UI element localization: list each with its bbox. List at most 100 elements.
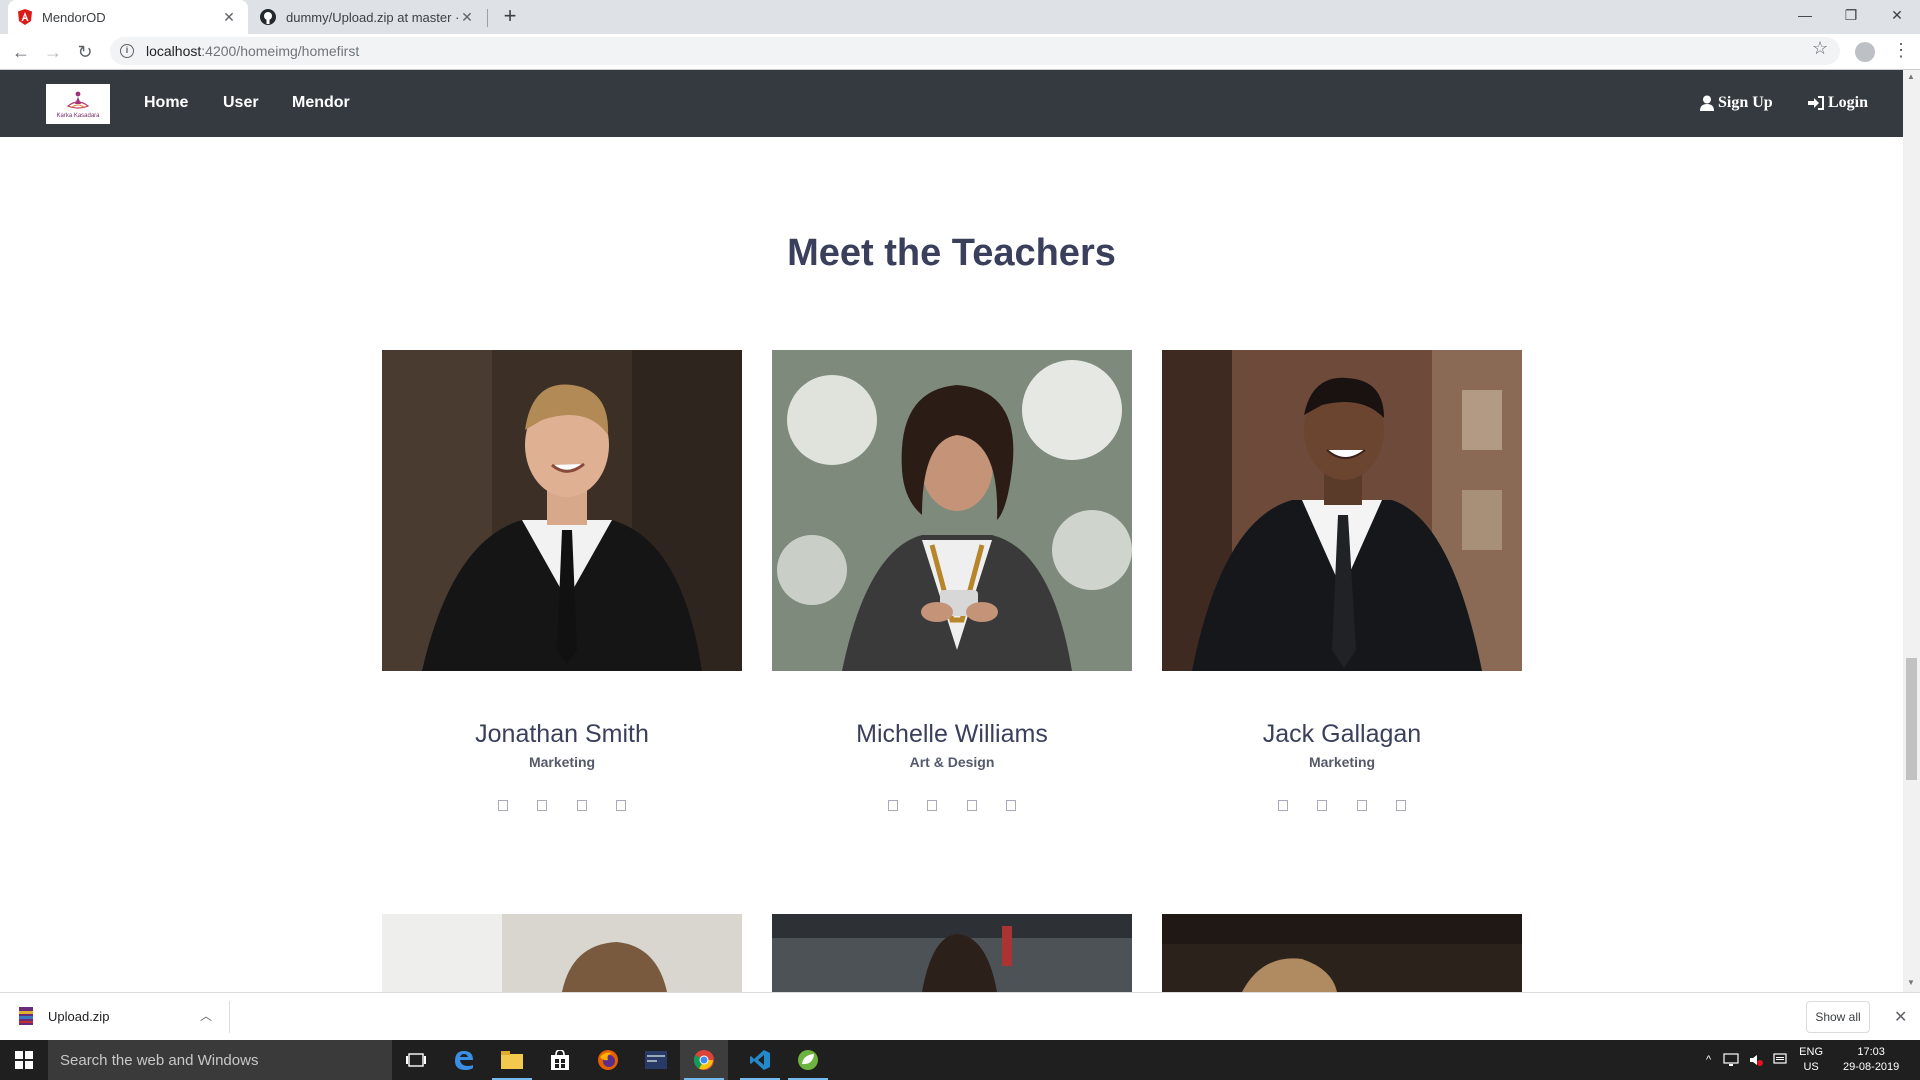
back-arrow-icon[interactable]: ← (8, 39, 34, 65)
system-tray: ^ ENG US 17:03 29-08-2019 (1706, 1040, 1899, 1080)
file-explorer-icon[interactable] (488, 1040, 536, 1080)
teacher-subject: Art & Design (909, 754, 995, 770)
teacher-subject: Marketing (528, 754, 596, 770)
github-icon (260, 9, 276, 25)
tab-title: dummy/Upload.zip at master · th (286, 9, 458, 25)
nav-home[interactable]: Home (144, 94, 188, 112)
store-icon[interactable] (536, 1040, 584, 1080)
edge-browser-icon[interactable] (440, 1040, 488, 1080)
info-icon[interactable]: i (120, 44, 134, 58)
profile-avatar-icon[interactable] (1855, 42, 1875, 62)
teacher-card: Jack Gallagan Marketing (1162, 350, 1522, 811)
logo-text: Karka Kasadara (56, 112, 100, 119)
tab-title: MendorOD (42, 9, 106, 25)
section-title: Meet the Teachers (787, 232, 1116, 274)
close-tab-icon[interactable]: ✕ (458, 9, 476, 26)
teacher-photo (1162, 914, 1522, 992)
volume-muted-icon[interactable] (1749, 1053, 1764, 1067)
site-logo[interactable]: Karka Kasadara (46, 84, 110, 124)
shelf-divider (229, 1001, 230, 1033)
download-item[interactable]: Upload.zip (18, 1007, 109, 1025)
close-shelf-icon[interactable]: ✕ (1894, 1007, 1907, 1027)
lotus-logo-icon (66, 91, 90, 109)
teacher-subject: Marketing (1308, 754, 1376, 770)
taskbar-search[interactable]: Search the web and Windows (48, 1040, 392, 1080)
linkedin-icon[interactable] (1005, 800, 1016, 811)
reload-icon[interactable]: ↻ (72, 39, 98, 65)
download-filename: Upload.zip (48, 1008, 110, 1024)
facebook-icon[interactable] (498, 800, 508, 811)
restore-icon[interactable]: ❐ (1828, 0, 1874, 30)
input-language[interactable]: ENG US (1799, 1045, 1823, 1075)
new-tab-plus-icon[interactable]: + (498, 5, 522, 29)
scroll-thumb[interactable] (1906, 658, 1917, 780)
social-links (1278, 800, 1406, 811)
notification-icon[interactable] (1773, 1053, 1787, 1067)
instagram-icon[interactable] (1356, 800, 1367, 811)
tab-github[interactable]: dummy/Upload.zip at master · th ✕ (250, 0, 486, 34)
teacher-card: Jonathan Smith Marketing (382, 350, 742, 811)
linkedin-icon[interactable] (615, 800, 626, 811)
nav-mendor[interactable]: Mendor (292, 94, 350, 112)
download-shelf: Upload.zip ︿ Show all ✕ (0, 992, 1920, 1040)
network-icon[interactable] (1723, 1053, 1739, 1067)
forward-arrow-icon[interactable]: → (40, 39, 66, 65)
windows-taskbar: Search the web and Windows ^ ENG US 17:0… (0, 1040, 1920, 1080)
user-icon (1700, 95, 1714, 111)
chrome-icon[interactable] (680, 1040, 728, 1080)
facebook-icon[interactable] (888, 800, 898, 811)
lang-code: ENG (1799, 1046, 1824, 1058)
teacher-photo (1162, 350, 1522, 671)
teacher-name: Michelle Williams (856, 720, 1048, 748)
signup-label: Sign Up (1718, 94, 1773, 111)
teacher-photo (772, 350, 1132, 671)
window-close-icon[interactable]: ✕ (1874, 0, 1920, 30)
facebook-icon[interactable] (1278, 800, 1288, 811)
close-tab-icon[interactable]: ✕ (220, 9, 238, 26)
sign-in-icon (1808, 96, 1824, 110)
instagram-icon[interactable] (966, 800, 977, 811)
scroll-down-arrow-icon[interactable]: ▼ (1907, 978, 1915, 987)
show-all-button[interactable]: Show all (1806, 1001, 1870, 1033)
linkedin-icon[interactable] (1395, 800, 1406, 811)
nav-user[interactable]: User (223, 94, 259, 112)
twitter-icon[interactable] (1317, 800, 1328, 811)
minimize-icon[interactable]: — (1782, 0, 1828, 30)
url-host: localhost (146, 43, 202, 59)
login-link[interactable]: Login (1808, 94, 1868, 112)
spring-tool-icon[interactable] (784, 1040, 832, 1080)
terminal-app-icon[interactable] (632, 1040, 680, 1080)
url-path: :4200/homeimg/homefirst (201, 43, 360, 59)
teacher-card: Michelle Williams Art & Design (772, 350, 1132, 811)
browser-tab-strip: MendorOD ✕ dummy/Upload.zip at master · … (0, 0, 1920, 34)
address-bar[interactable]: i localhost:4200/homeimg/homefirst (110, 37, 1840, 65)
page-scrollbar[interactable]: ▲ ▼ (1903, 70, 1920, 992)
region-code: US (1803, 1061, 1819, 1073)
vscode-icon[interactable] (736, 1040, 784, 1080)
teacher-photo (382, 914, 742, 992)
twitter-icon[interactable] (927, 800, 938, 811)
scroll-up-arrow-icon[interactable]: ▲ (1907, 72, 1915, 81)
task-view-icon[interactable] (392, 1040, 440, 1080)
instagram-icon[interactable] (576, 800, 587, 811)
login-label: Login (1828, 94, 1869, 111)
firefox-icon[interactable] (584, 1040, 632, 1080)
windows-start-icon[interactable] (0, 1040, 48, 1080)
signup-link[interactable]: Sign Up (1700, 94, 1773, 112)
chevron-up-tray-icon[interactable]: ^ (1706, 1054, 1711, 1066)
bookmark-star-icon[interactable]: ☆ (1812, 38, 1828, 59)
browser-menu-icon[interactable]: ⋮ (1892, 40, 1910, 61)
browser-toolbar: ← → ↻ i localhost:4200/homeimg/homefirst… (0, 34, 1920, 70)
clock-time: 17:03 (1857, 1046, 1885, 1058)
clock[interactable]: 17:03 29-08-2019 (1843, 1045, 1899, 1075)
site-navbar: Karka Kasadara Home User Mendor Sign Up … (0, 70, 1903, 137)
social-links (888, 800, 1016, 811)
twitter-icon[interactable] (537, 800, 548, 811)
angular-icon (18, 9, 32, 25)
zip-file-icon (19, 1007, 33, 1025)
teacher-photo (382, 350, 742, 671)
chevron-up-icon[interactable]: ︿ (200, 1007, 212, 1024)
tab-divider (487, 9, 488, 27)
tab-mendorod[interactable]: MendorOD ✕ (8, 0, 248, 34)
teacher-name: Jonathan Smith (475, 720, 649, 748)
